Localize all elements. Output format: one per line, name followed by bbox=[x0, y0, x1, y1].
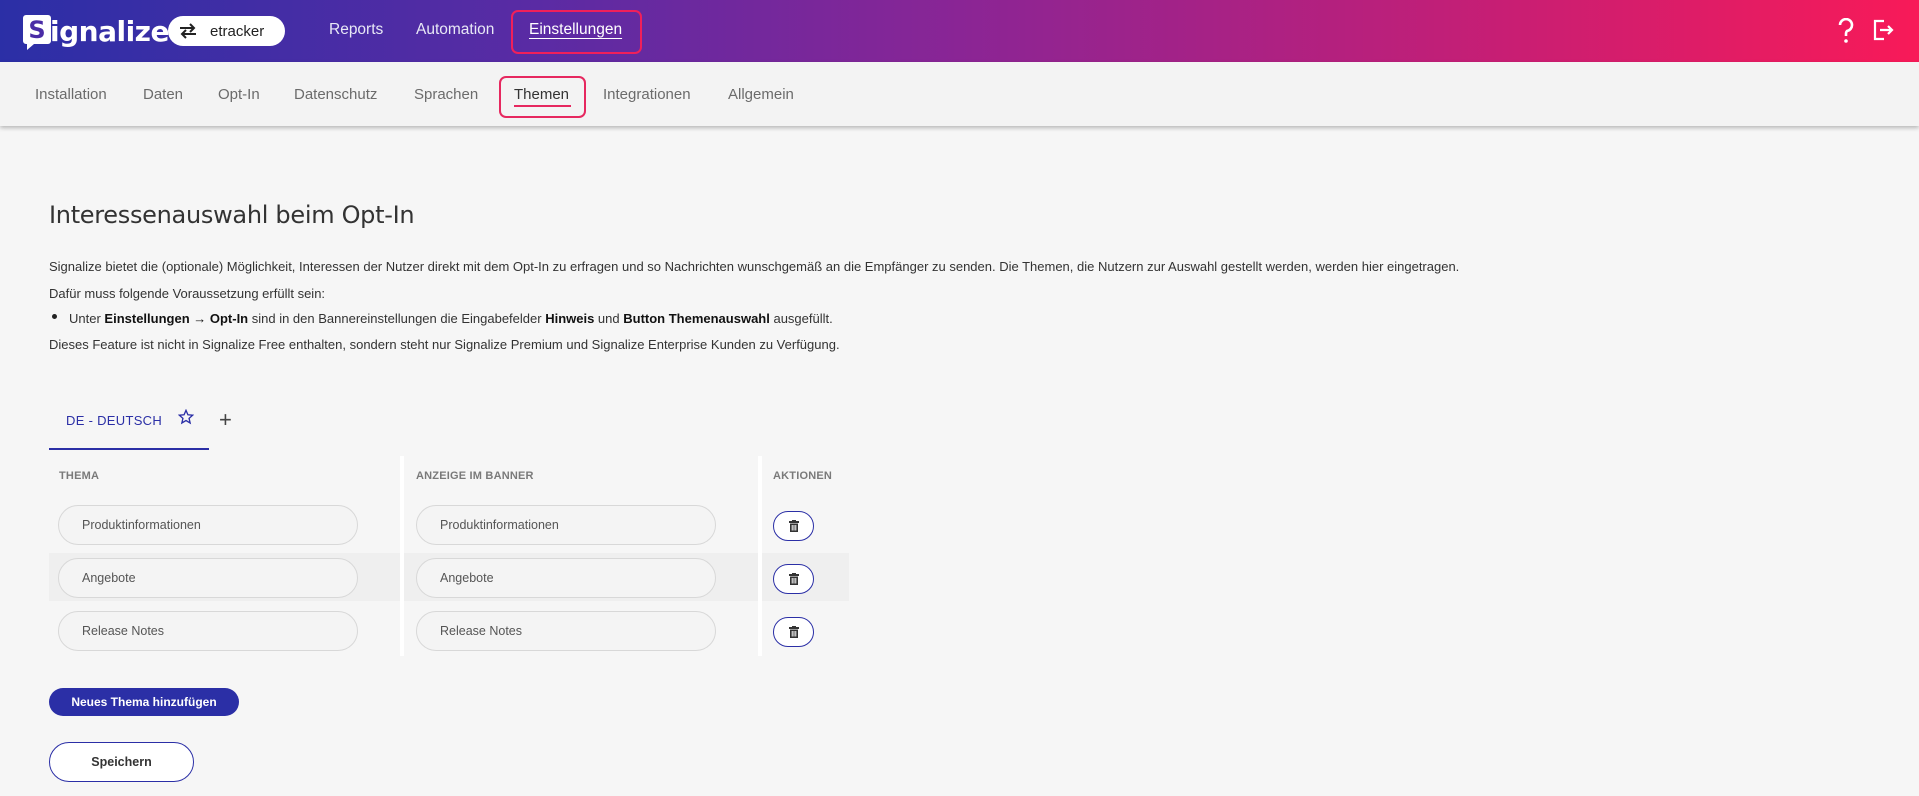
star-icon[interactable] bbox=[178, 409, 194, 425]
intro-text: Signalize bietet die (optionale) Möglich… bbox=[49, 259, 1460, 274]
tab-opt-in[interactable]: Opt-In bbox=[218, 86, 260, 103]
signalize-logo[interactable]: S ignalize bbox=[22, 12, 169, 50]
anzeige-input[interactable]: Angebote bbox=[416, 558, 716, 598]
save-button[interactable]: Speichern bbox=[49, 742, 194, 782]
column-header-aktionen: AKTIONEN bbox=[773, 470, 833, 482]
nav-einstellungen[interactable]: Einstellungen bbox=[529, 21, 622, 39]
help-icon[interactable] bbox=[1838, 18, 1854, 44]
trash-icon bbox=[788, 626, 799, 638]
tab-daten[interactable]: Daten bbox=[143, 86, 183, 103]
top-bar: S ignalize etracker Reports Automation E… bbox=[0, 0, 1919, 62]
account-switcher[interactable]: etracker bbox=[168, 16, 285, 46]
trash-icon bbox=[788, 520, 799, 532]
tab-active-underline bbox=[514, 105, 571, 107]
swap-icon bbox=[180, 23, 196, 39]
tab-integrationen[interactable]: Integrationen bbox=[603, 86, 691, 103]
svg-text:S: S bbox=[28, 16, 45, 44]
nav-automation[interactable]: Automation bbox=[416, 21, 494, 39]
tab-installation[interactable]: Installation bbox=[35, 86, 107, 103]
requirement-bullet: Unter Einstellungen → Opt-In sind in den… bbox=[69, 311, 833, 326]
tab-allgemein[interactable]: Allgemein bbox=[728, 86, 794, 103]
trash-icon bbox=[788, 573, 799, 585]
thema-input[interactable]: Release Notes bbox=[58, 611, 358, 651]
column-divider bbox=[758, 456, 762, 656]
add-language-icon[interactable]: + bbox=[219, 409, 232, 431]
bullet-dot bbox=[52, 314, 57, 319]
nav-reports[interactable]: Reports bbox=[329, 21, 383, 39]
thema-input[interactable]: Angebote bbox=[58, 558, 358, 598]
anzeige-input[interactable]: Produktinformationen bbox=[416, 505, 716, 545]
feature-note: Dieses Feature ist nicht in Signalize Fr… bbox=[49, 337, 840, 352]
tab-themen[interactable]: Themen bbox=[514, 86, 569, 103]
page-title: Interessenauswahl beim Opt-In bbox=[49, 201, 415, 229]
column-header-anzeige: ANZEIGE IM BANNER bbox=[416, 470, 534, 482]
add-theme-button[interactable]: Neues Thema hinzufügen bbox=[49, 688, 239, 716]
logout-icon[interactable] bbox=[1872, 18, 1894, 42]
tab-sprachen[interactable]: Sprachen bbox=[414, 86, 478, 103]
account-name: etracker bbox=[210, 22, 265, 40]
delete-button[interactable] bbox=[773, 617, 814, 647]
settings-subnav bbox=[0, 62, 1919, 126]
delete-button[interactable] bbox=[773, 564, 814, 594]
logo-s-mark: S bbox=[22, 13, 52, 50]
column-header-thema: THEMA bbox=[59, 470, 100, 482]
tab-datenschutz[interactable]: Datenschutz bbox=[294, 86, 377, 103]
anzeige-input[interactable]: Release Notes bbox=[416, 611, 716, 651]
language-tab-label: DE - DEUTSCH bbox=[66, 413, 163, 428]
requirement-intro: Dafür muss folgende Voraussetzung erfüll… bbox=[49, 286, 326, 301]
thema-input[interactable]: Produktinformationen bbox=[58, 505, 358, 545]
column-divider bbox=[400, 456, 404, 656]
logo-text: ignalize bbox=[50, 14, 169, 48]
delete-button[interactable] bbox=[773, 511, 814, 541]
